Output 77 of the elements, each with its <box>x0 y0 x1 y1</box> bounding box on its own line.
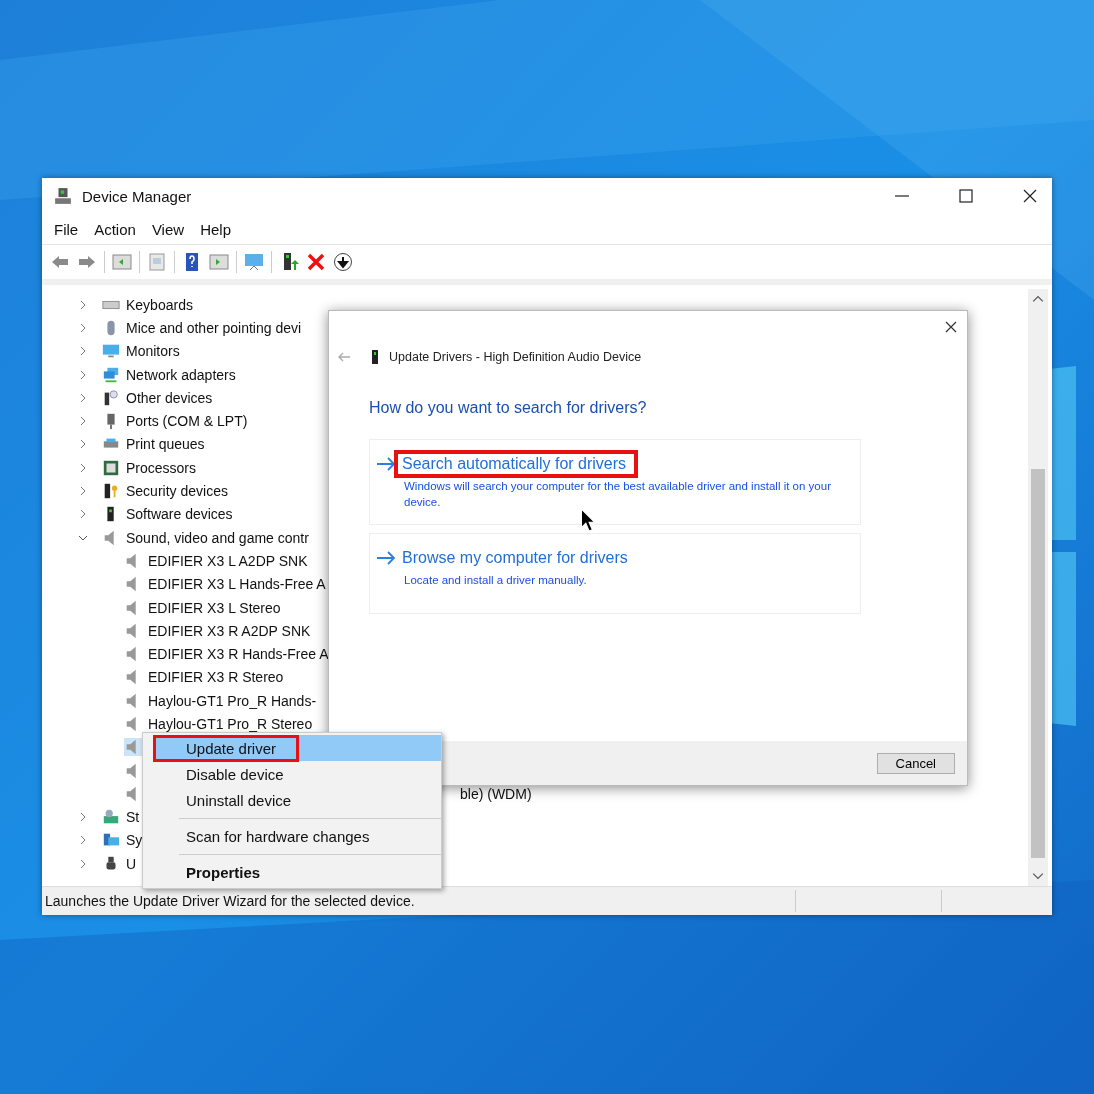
window-title: Device Manager <box>82 187 192 205</box>
menu-item[interactable]: File <box>54 220 79 238</box>
expand-icon[interactable] <box>78 858 88 869</box>
tree-item[interactable]: Processors <box>126 457 197 478</box>
cursor-icon <box>580 508 596 532</box>
scroll-down-icon[interactable] <box>1032 870 1044 882</box>
tree-item[interactable]: ble) (WDM) <box>460 783 532 804</box>
tree-item[interactable]: St <box>126 807 140 828</box>
tree-item[interactable]: Software devices <box>126 504 233 525</box>
expand-icon[interactable] <box>78 392 88 403</box>
pane-icon[interactable] <box>112 252 132 272</box>
dialog-title: Update Drivers - High Definition Audio Device <box>389 350 642 364</box>
expand-icon[interactable] <box>78 369 88 380</box>
tree-item[interactable]: U <box>126 853 137 874</box>
context-menu-item[interactable]: Disable device <box>143 761 441 787</box>
tree-item[interactable]: Keyboards <box>126 294 193 315</box>
expand-icon[interactable] <box>78 486 88 496</box>
tree-item[interactable]: Network adapters <box>126 364 236 385</box>
download-icon[interactable] <box>333 252 353 272</box>
dialog-heading: How do you want to search for drivers? <box>369 399 648 417</box>
context-menu-item[interactable]: Update driver <box>153 735 441 761</box>
tree-item[interactable]: Other devices <box>126 387 213 408</box>
cancel-button[interactable]: Cancel <box>876 752 955 774</box>
tree-item[interactable]: Haylou-GT1 Pro_R Stereo <box>148 714 313 734</box>
tree-item[interactable]: Monitors <box>126 341 180 362</box>
tree-item[interactable]: EDIFIER X3 R Hands-Free A <box>148 644 329 665</box>
menu-item[interactable]: Help <box>200 220 231 238</box>
arrow-icon <box>376 551 396 565</box>
maximize-button[interactable] <box>956 186 976 206</box>
computer-icon <box>54 187 72 205</box>
expand-icon[interactable] <box>78 835 88 846</box>
network-icon <box>102 365 120 384</box>
option-card[interactable]: Browse my computer for drivers Locate and install a driver manually. <box>369 533 861 614</box>
tree-item[interactable]: EDIFIER X3 L A2DP SNK <box>148 550 308 571</box>
tree-item[interactable]: EDIFIER X3 R A2DP SNK <box>148 620 311 641</box>
delete-icon[interactable] <box>306 252 326 272</box>
scroll-thumb[interactable] <box>1031 469 1045 858</box>
scrollbar[interactable] <box>1028 289 1048 886</box>
expand-icon[interactable] <box>78 322 88 333</box>
expand-icon[interactable] <box>78 416 88 427</box>
tree-item[interactable]: EDIFIER X3 R Stereo <box>148 667 284 688</box>
option-card[interactable]: Search automatically for drivers Windows will search your computer for the best available driver and install it on your device. <box>369 439 861 525</box>
option-title[interactable]: Search automatically for drivers <box>394 450 639 478</box>
expand-icon[interactable] <box>78 462 88 473</box>
arrow-icon <box>376 457 396 471</box>
close-button[interactable] <box>945 321 957 333</box>
menu-item[interactable]: Action <box>94 220 136 238</box>
tree-item[interactable]: Mice and other pointing devi <box>126 317 302 338</box>
tree-item[interactable]: Security devices <box>126 481 228 501</box>
tree-item[interactable]: Ports (COM & LPT) <box>126 411 248 432</box>
tree-item[interactable]: EDIFIER X3 L Stereo <box>148 597 281 618</box>
other-icon <box>102 388 120 407</box>
back-icon[interactable] <box>337 351 351 363</box>
device-icon <box>371 349 379 365</box>
processor-icon <box>102 458 120 477</box>
expand-icon[interactable] <box>78 346 88 357</box>
context-menu-item[interactable]: Properties <box>179 854 441 885</box>
tree-item[interactable]: Print queues <box>126 434 205 455</box>
expand-icon[interactable] <box>78 299 88 310</box>
scroll-up-icon[interactable] <box>1032 293 1044 305</box>
monitor-icon[interactable] <box>244 252 264 272</box>
expand-icon[interactable] <box>78 812 88 823</box>
expand-icon[interactable] <box>78 509 88 520</box>
expand-icon[interactable] <box>78 439 88 450</box>
status-text: Launches the Update Driver Wizard for the selected device. <box>44 893 416 909</box>
tree-item[interactable]: Sy <box>126 830 143 851</box>
tree-item[interactable]: Sound, video and game contr <box>126 527 309 548</box>
option-title[interactable]: Browse my computer for drivers <box>394 544 640 572</box>
context-menu-item[interactable]: Uninstall device <box>143 787 441 813</box>
pane-icon[interactable] <box>209 252 229 272</box>
tree-item[interactable]: Haylou-GT1 Pro_R Hands- <box>148 690 317 711</box>
context-menu-item[interactable]: Scan for hardware changes <box>179 818 441 849</box>
option-description: Windows will search your computer for the best available driver and install it on your device. <box>404 479 832 510</box>
option-description: Locate and install a driver manually. <box>404 573 588 588</box>
menu-item[interactable]: View <box>151 220 185 238</box>
security-icon <box>102 482 120 500</box>
tree-item[interactable]: EDIFIER X3 L Hands-Free A <box>148 574 326 595</box>
